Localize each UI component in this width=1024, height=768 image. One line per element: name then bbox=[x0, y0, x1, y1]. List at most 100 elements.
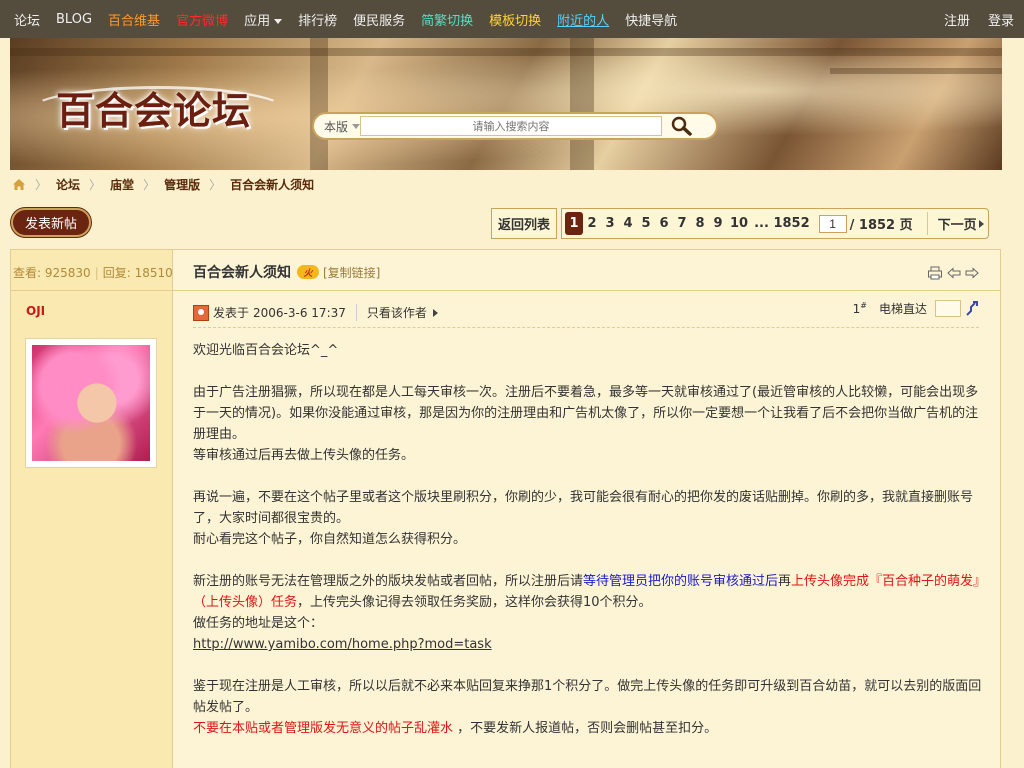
page-link[interactable]: 2 bbox=[583, 212, 601, 235]
post-paragraph: 由于广告注册猖獗，所以现在都是人工每天审核一次。注册后不要着急，最多等一天就审核… bbox=[193, 382, 983, 466]
post-paragraph: 鉴于现在注册是人工审核，所以以后就不必来本贴回复来挣那1个积分了。做完上传头像的… bbox=[193, 676, 983, 739]
nav-forum[interactable]: 论坛 bbox=[14, 10, 40, 29]
new-post-button[interactable]: 发表新帖 bbox=[11, 208, 91, 237]
page-jump-input[interactable] bbox=[818, 214, 847, 233]
nav-quick-nav[interactable]: 快捷导航 bbox=[625, 10, 677, 29]
posted-time: 2006-3-6 17:37 bbox=[253, 305, 346, 320]
nav-apps[interactable]: 应用 bbox=[244, 10, 283, 29]
post-text: 由于广告注册猖獗，所以现在都是人工每天审核一次。注册后不要着急，最多等一天就审核… bbox=[193, 385, 979, 442]
nav-weibo[interactable]: 官方微博 bbox=[176, 10, 228, 29]
posted-prefix: 发表于 bbox=[213, 306, 250, 320]
floor-mark: # bbox=[860, 301, 867, 310]
next-thread-icon[interactable] bbox=[965, 267, 979, 279]
top-nav-bar: 论坛 BLOG 百合维基 官方微博 应用 排行榜 便民服务 简繁切换 模板切换 … bbox=[0, 0, 1024, 38]
nav-ranking[interactable]: 排行榜 bbox=[298, 10, 337, 29]
breadcrumb: 〉 论坛 〉 庙堂 〉 管理版 〉 百合会新人须知 bbox=[12, 176, 314, 193]
only-author-link[interactable]: 只看该作者 bbox=[355, 304, 438, 321]
chevron-down-icon bbox=[352, 123, 360, 129]
nav-script-switch[interactable]: 简繁切换 bbox=[421, 10, 473, 29]
avatar[interactable] bbox=[25, 338, 157, 468]
views-count: 925830 bbox=[44, 266, 91, 280]
breadcrumb-board[interactable]: 管理版 bbox=[164, 176, 200, 193]
post-paragraph: 欢迎光临百合会论坛^_^ bbox=[193, 343, 339, 358]
post-text: ，上传完头像记得去领取任务奖励，这样你会获得10个积分。 bbox=[297, 595, 652, 610]
page-link-current[interactable]: 1 bbox=[565, 212, 584, 235]
page-links: 1 2 3 4 5 6 7 8 9 10 ... 1852 / 1852 页 下… bbox=[561, 208, 989, 239]
search-scope-select[interactable]: 本版 bbox=[314, 118, 360, 135]
page-link[interactable]: 8 bbox=[691, 212, 709, 235]
thread-title: 百合会新人须知 bbox=[193, 265, 291, 281]
nav-blog[interactable]: BLOG bbox=[56, 12, 92, 27]
search-icon bbox=[671, 116, 692, 136]
avatar-image bbox=[32, 345, 150, 461]
page-link[interactable]: 6 bbox=[655, 212, 673, 235]
page-total: / 1852 页 bbox=[849, 218, 913, 233]
breadcrumb-separator-icon: 〉 bbox=[89, 178, 102, 192]
nav-template-switch[interactable]: 模板切换 bbox=[489, 10, 541, 29]
page-link-last[interactable]: ... 1852 bbox=[751, 212, 813, 235]
page-link[interactable]: 10 bbox=[727, 212, 751, 235]
breadcrumb-thread[interactable]: 百合会新人须知 bbox=[230, 176, 314, 193]
page-link[interactable]: 4 bbox=[619, 212, 637, 235]
goto-floor-icon[interactable] bbox=[965, 300, 979, 317]
goto-floor-label: 电梯直达 bbox=[878, 302, 927, 316]
thread-stats: 查看: 925830 | 回复: 18510 bbox=[13, 266, 173, 280]
post-text-highlight-red: 不要在本贴或者管理版发无意义的帖子乱灌水 bbox=[193, 721, 454, 736]
page-link[interactable]: 5 bbox=[637, 212, 655, 235]
search-scope-label: 本版 bbox=[324, 119, 349, 134]
page-link[interactable]: 9 bbox=[709, 212, 727, 235]
page-link[interactable]: 3 bbox=[601, 212, 619, 235]
post-main: 百合会新人须知 火 [复制链接] 发表于 2006-3-6 17:37 只看该作… bbox=[173, 250, 1001, 768]
floor-tools: 1# 电梯直达 bbox=[853, 300, 979, 317]
breadcrumb-separator-icon: 〉 bbox=[35, 178, 48, 192]
author-sidebar: 查看: 925830 | 回复: 18510 OJI bbox=[11, 250, 173, 768]
page-link[interactable]: 7 bbox=[673, 212, 691, 235]
breadcrumb-forum[interactable]: 论坛 bbox=[56, 176, 80, 193]
nav-apps-label: 应用 bbox=[244, 13, 271, 29]
views-label: 查看: bbox=[13, 266, 42, 280]
post-text: 耐心看完这个帖子，你自然知道怎么获得积分。 bbox=[193, 532, 467, 547]
login-link[interactable]: 登录 bbox=[988, 10, 1014, 29]
post-text: 再说一遍，不要在这个帖子里或者这个版块里刷积分，你刷的少，我可能会很有耐心的把你… bbox=[193, 490, 974, 526]
copy-link-button[interactable]: [复制链接] bbox=[323, 264, 380, 281]
goto-floor-input[interactable] bbox=[935, 300, 961, 317]
pagination: 返回列表 1 2 3 4 5 6 7 8 9 10 ... 1852 / 185… bbox=[491, 208, 989, 239]
breadcrumb-separator-icon: 〉 bbox=[143, 178, 156, 192]
post-paragraph: 新注册的账号无法在管理版之外的版块发帖或者回帖，所以注册后请等待管理员把你的账号… bbox=[193, 571, 983, 655]
hot-thread-icon: 火 bbox=[297, 265, 319, 279]
home-icon[interactable] bbox=[12, 178, 26, 191]
next-page-button[interactable]: 下一页 bbox=[926, 212, 988, 235]
post-text-highlight-blue: 等待管理员把你的账号审核通过后 bbox=[583, 574, 779, 589]
chevron-right-icon bbox=[978, 219, 984, 228]
floor-number[interactable]: 1# bbox=[853, 301, 867, 316]
post-text: 做任务的地址是这个： bbox=[193, 616, 324, 631]
account-links: 注册 登录 bbox=[926, 10, 1024, 29]
replies-label: 回复: bbox=[102, 266, 131, 280]
user-online-icon bbox=[193, 304, 209, 321]
thread-title-row: 百合会新人须知 火 [复制链接] bbox=[193, 262, 380, 282]
chevron-down-icon bbox=[274, 18, 283, 24]
register-link[interactable]: 注册 bbox=[944, 10, 970, 29]
breadcrumb-separator-icon: 〉 bbox=[209, 178, 222, 192]
breadcrumb-section[interactable]: 庙堂 bbox=[110, 176, 134, 193]
site-logo[interactable]: 百合会论坛 bbox=[56, 80, 251, 135]
previous-thread-icon[interactable] bbox=[947, 267, 961, 279]
back-to-list-button[interactable]: 返回列表 bbox=[491, 208, 558, 239]
nav-nearby-people[interactable]: 附近的人 bbox=[557, 10, 609, 29]
author-name[interactable]: OJI bbox=[26, 304, 45, 318]
post-text: 等审核通过后再去做上传头像的任务。 bbox=[193, 448, 415, 463]
post-text: 鉴于现在注册是人工审核，所以以后就不必来本贴回复来挣那1个积分了。做完上传头像的… bbox=[193, 679, 982, 715]
thread-container: 查看: 925830 | 回复: 18510 OJI 百合会新人须知 火 [复制链接… bbox=[10, 249, 1001, 768]
nav-wiki[interactable]: 百合维基 bbox=[108, 10, 160, 29]
print-icon[interactable] bbox=[927, 266, 943, 280]
task-url-link[interactable]: http://www.yamibo.com/home.php?mod=task bbox=[193, 637, 492, 652]
only-author-label: 只看该作者 bbox=[366, 306, 427, 320]
post-body: 欢迎光临百合会论坛^_^ 由于广告注册猖獗，所以现在都是人工每天审核一次。注册后… bbox=[193, 340, 983, 760]
nav-services[interactable]: 便民服务 bbox=[353, 10, 405, 29]
replies-count: 18510 bbox=[134, 266, 173, 280]
search-button[interactable] bbox=[662, 114, 702, 138]
post-text: 新注册的账号无法在管理版之外的版块发帖或者回帖，所以注册后请 bbox=[193, 574, 584, 589]
next-page-label: 下一页 bbox=[937, 218, 977, 233]
search-input[interactable] bbox=[360, 116, 662, 136]
top-nav-links: 论坛 BLOG 百合维基 官方微博 应用 排行榜 便民服务 简繁切换 模板切换 … bbox=[0, 0, 693, 38]
